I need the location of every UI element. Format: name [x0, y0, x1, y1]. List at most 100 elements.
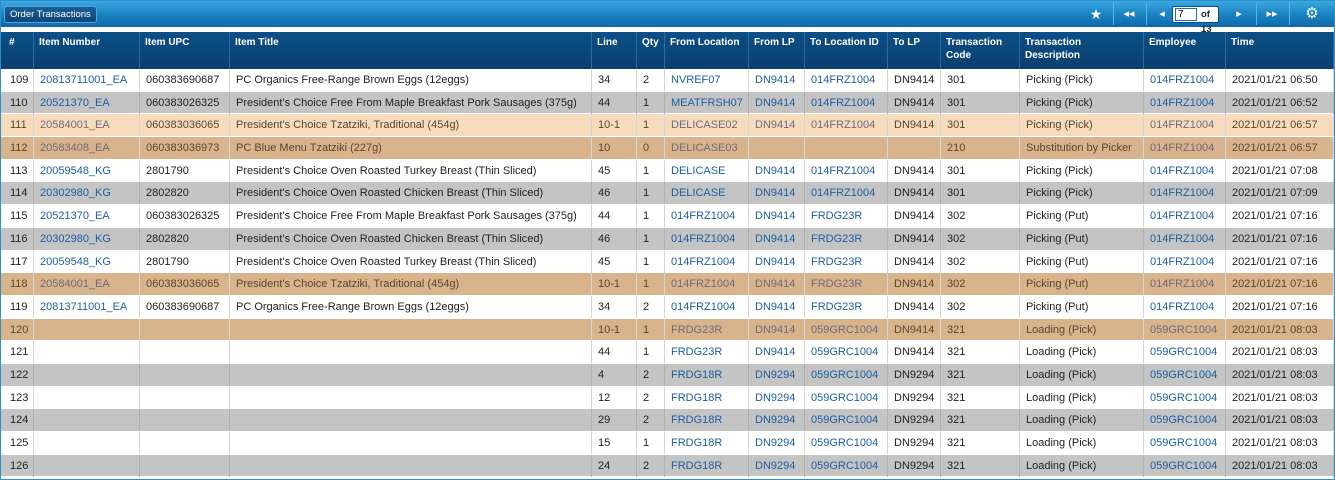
cell-to-location-id[interactable]: 059GRC1004	[805, 386, 888, 409]
column-header-employee[interactable]: Employee	[1144, 32, 1226, 69]
table-row[interactable]: 117 20059548_KG 2801790 President's Choice …	[1, 250, 1334, 274]
cell-employee[interactable]: 014FRZ1004	[1144, 227, 1226, 250]
cell-employee[interactable]: 014FRZ1004	[1144, 273, 1226, 296]
next-page-icon[interactable]: ▸	[1227, 4, 1251, 24]
cell-from-lp[interactable]: DN9414	[749, 114, 805, 137]
cell-to-location-id[interactable]: 059GRC1004	[805, 363, 888, 386]
column-header-from-location[interactable]: From Location	[665, 32, 749, 69]
cell-from-location[interactable]: 014FRZ1004	[665, 227, 749, 250]
column-header-line[interactable]: Line	[592, 32, 637, 69]
cell-employee[interactable]: 014FRZ1004	[1144, 69, 1226, 91]
cell-to-location-id[interactable]	[805, 137, 888, 160]
column-header-to-lp[interactable]: To LP	[888, 32, 941, 69]
cell-from-location[interactable]: DELICASE	[665, 159, 749, 182]
cell-to-location-id[interactable]: 059GRC1004	[805, 318, 888, 341]
cell-item-number[interactable]: 20584001_EA	[34, 273, 140, 296]
cell-from-location[interactable]: FRDG18R	[665, 386, 749, 409]
cell-to-location-id[interactable]: FRDG23R	[805, 227, 888, 250]
cell-from-lp[interactable]: DN9414	[749, 69, 805, 91]
cell-from-lp[interactable]: DN9414	[749, 250, 805, 273]
cell-employee[interactable]: 014FRZ1004	[1144, 159, 1226, 182]
cell-item-number[interactable]: 20583408_EA	[34, 137, 140, 160]
cell-item-number[interactable]	[34, 318, 140, 341]
column-header-transaction-description[interactable]: Transaction Description	[1020, 32, 1144, 69]
column-header-qty[interactable]: Qty	[637, 32, 665, 69]
cell-item-number[interactable]	[34, 363, 140, 386]
cell-from-location[interactable]: FRDG23R	[665, 341, 749, 364]
cell-employee[interactable]: 014FRZ1004	[1144, 137, 1226, 160]
cell-employee[interactable]: 014FRZ1004	[1144, 114, 1226, 137]
cell-employee[interactable]: 014FRZ1004	[1144, 205, 1226, 228]
cell-employee[interactable]: 059GRC1004	[1144, 341, 1226, 364]
cell-item-number[interactable]: 20059548_KG	[34, 250, 140, 273]
table-row[interactable]: 113 20059548_KG 2801790 President's Choice …	[1, 159, 1334, 183]
column-header-transaction-code[interactable]: Transaction Code	[941, 32, 1020, 69]
cell-from-location[interactable]: DELICASE02	[665, 114, 749, 137]
cell-from-location[interactable]: FRDG18R	[665, 363, 749, 386]
cell-employee[interactable]: 059GRC1004	[1144, 432, 1226, 454]
cell-from-lp[interactable]: DN9414	[749, 295, 805, 318]
cell-from-lp[interactable]: DN9294	[749, 409, 805, 432]
column-header-item-number[interactable]: Item Number	[34, 32, 140, 69]
cell-from-lp[interactable]	[749, 137, 805, 160]
cell-to-location-id[interactable]: 014FRZ1004	[805, 91, 888, 114]
table-row[interactable]: 122 4 2 FRDG18R DN9294 059GRC1004 DN9294 321 Loa…	[1, 363, 1334, 387]
cell-employee[interactable]: 014FRZ1004	[1144, 182, 1226, 205]
cell-employee[interactable]: 059GRC1004	[1144, 318, 1226, 341]
cell-from-lp[interactable]: DN9414	[749, 182, 805, 205]
table-row[interactable]: 111 20584001_EA 060383036065 President's Ch…	[1, 114, 1334, 138]
cell-to-location-id[interactable]: FRDG23R	[805, 250, 888, 273]
column-header-to-location-id[interactable]: To Location ID	[805, 32, 888, 69]
column-header-from-lp[interactable]: From LP	[749, 32, 805, 69]
cell-to-location-id[interactable]: 059GRC1004	[805, 409, 888, 432]
cell-employee[interactable]: 059GRC1004	[1144, 454, 1226, 477]
star-icon[interactable]: ★	[1084, 4, 1108, 24]
first-page-icon[interactable]: ◂◂	[1117, 4, 1141, 24]
cell-from-location[interactable]: FRDG18R	[665, 432, 749, 454]
table-row[interactable]: 116 20302980_KG 2802820 President's Choice …	[1, 227, 1334, 251]
table-row[interactable]: 120 10-1 1 FRDG23R DN9414 059GRC1004 DN9414 321…	[1, 318, 1334, 342]
table-row[interactable]: 109 20813711001_EA 060383690687 PC Organics…	[1, 69, 1334, 92]
cell-item-number[interactable]	[34, 432, 140, 454]
cell-employee[interactable]: 014FRZ1004	[1144, 295, 1226, 318]
cell-to-location-id[interactable]: 014FRZ1004	[805, 69, 888, 91]
cell-item-number[interactable]: 20302980_KG	[34, 182, 140, 205]
cell-to-location-id[interactable]: 014FRZ1004	[805, 114, 888, 137]
cell-to-location-id[interactable]: 014FRZ1004	[805, 182, 888, 205]
table-row[interactable]: 125 15 1 FRDG18R DN9294 059GRC1004 DN9294 321 Lo…	[1, 432, 1334, 455]
cell-employee[interactable]: 059GRC1004	[1144, 409, 1226, 432]
cell-item-number[interactable]: 20521370_EA	[34, 91, 140, 114]
table-row[interactable]: 121 44 1 FRDG23R DN9414 059GRC1004 DN9414 321 Lo…	[1, 341, 1334, 364]
cell-employee[interactable]: 059GRC1004	[1144, 363, 1226, 386]
cell-to-location-id[interactable]: 059GRC1004	[805, 432, 888, 454]
table-row[interactable]: 118 20584001_EA 060383036065 President's Ch…	[1, 273, 1334, 296]
table-row[interactable]: 124 29 2 FRDG18R DN9294 059GRC1004 DN9294 321 Lo…	[1, 409, 1334, 432]
prev-page-icon[interactable]: ◂	[1150, 4, 1174, 24]
cell-item-number[interactable]	[34, 341, 140, 364]
cell-from-lp[interactable]: DN9414	[749, 159, 805, 182]
cell-from-location[interactable]: DELICASE	[665, 182, 749, 205]
cell-from-lp[interactable]: DN9294	[749, 363, 805, 386]
table-row[interactable]: 112 20583408_EA 060383036973 PC Blue Menu T…	[1, 137, 1334, 160]
cell-from-lp[interactable]: DN9294	[749, 432, 805, 454]
cell-employee[interactable]: 014FRZ1004	[1144, 250, 1226, 273]
column-header-hash[interactable]: #	[4, 32, 34, 69]
cell-from-location[interactable]: FRDG23R	[665, 318, 749, 341]
cell-from-location[interactable]: MEATFRSH07	[665, 91, 749, 114]
cell-from-lp[interactable]: DN9414	[749, 273, 805, 296]
gear-icon[interactable]: ⚙	[1300, 4, 1324, 24]
cell-from-location[interactable]: 014FRZ1004	[665, 205, 749, 228]
cell-item-number[interactable]: 20521370_EA	[34, 205, 140, 228]
page-number-input[interactable]	[1175, 8, 1197, 21]
cell-from-location[interactable]: 014FRZ1004	[665, 273, 749, 296]
cell-item-number[interactable]: 20302980_KG	[34, 227, 140, 250]
cell-item-number[interactable]: 20813711001_EA	[34, 295, 140, 318]
cell-to-location-id[interactable]: FRDG23R	[805, 295, 888, 318]
cell-from-lp[interactable]: DN9414	[749, 205, 805, 228]
cell-employee[interactable]: 014FRZ1004	[1144, 91, 1226, 114]
cell-from-lp[interactable]: DN9414	[749, 341, 805, 364]
cell-from-lp[interactable]: DN9414	[749, 227, 805, 250]
cell-to-location-id[interactable]: FRDG23R	[805, 205, 888, 228]
cell-to-location-id[interactable]: FRDG23R	[805, 273, 888, 296]
table-row[interactable]: 110 20521370_EA 060383026325 President's Ch…	[1, 91, 1334, 115]
